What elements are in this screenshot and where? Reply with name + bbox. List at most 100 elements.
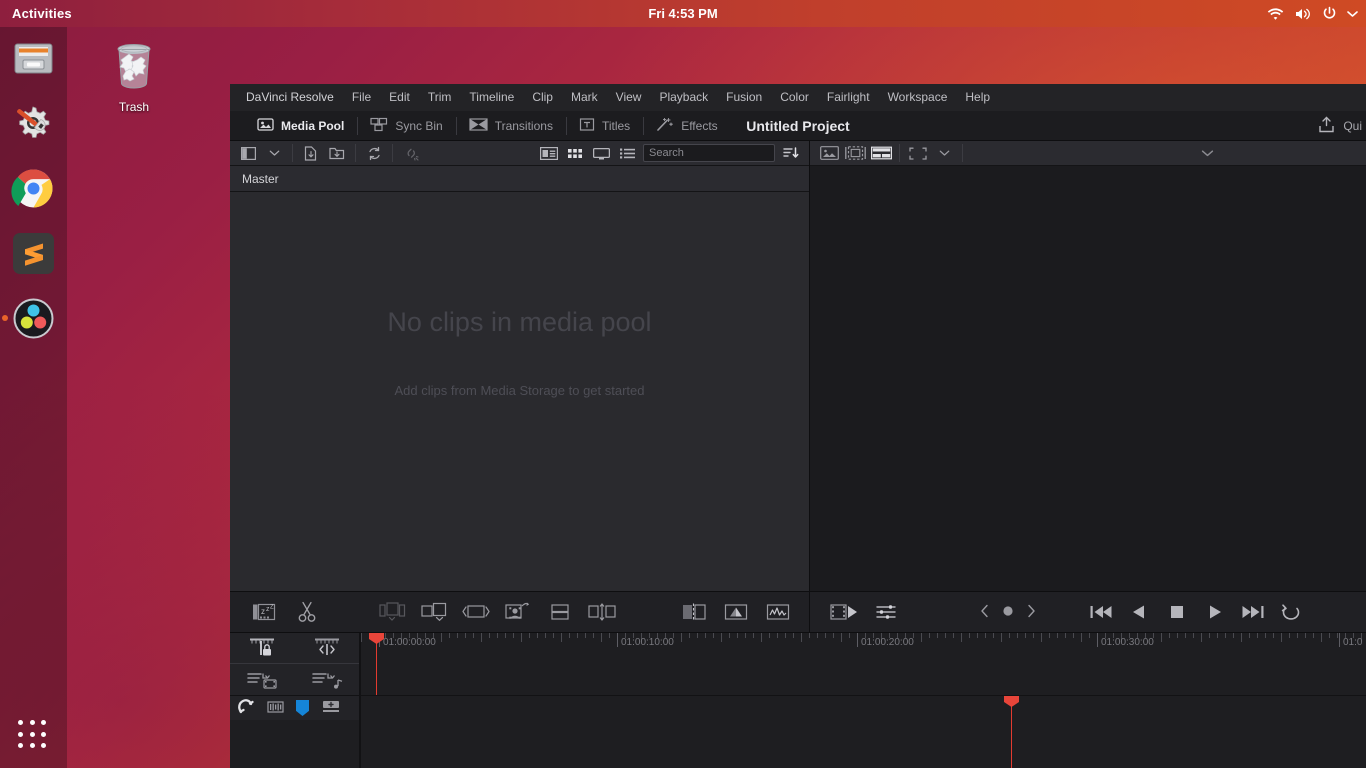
panel-button-effects[interactable]: Effects bbox=[643, 111, 730, 141]
chevron-down-icon[interactable] bbox=[261, 143, 287, 164]
timeline-ruler-top[interactable]: 01:00:00:00 01:00:10:00 01:00:20:00 01:00:3… bbox=[360, 633, 1366, 695]
menu-item-mark[interactable]: Mark bbox=[562, 84, 607, 111]
link-audio-icon[interactable] bbox=[295, 664, 360, 695]
dock-item-davinci-resolve[interactable] bbox=[10, 295, 57, 342]
audio-mixer-icon[interactable] bbox=[866, 591, 908, 633]
sidebar-toggle-icon[interactable] bbox=[235, 143, 261, 164]
flags-markers-icon[interactable] bbox=[294, 633, 359, 664]
flag-icon[interactable] bbox=[267, 700, 284, 717]
metadata-view-icon[interactable] bbox=[536, 143, 562, 164]
jump-to-end-icon[interactable] bbox=[1240, 599, 1266, 625]
record-nav-group bbox=[980, 603, 1036, 622]
timeline-track-area[interactable]: 00:59:56:0000:59:58:0001:00:00:0001:0 bbox=[360, 696, 1366, 768]
dock-item-files[interactable] bbox=[10, 35, 57, 82]
panel-button-titles[interactable]: Titles bbox=[565, 111, 643, 141]
smart-insert-icon[interactable] bbox=[371, 591, 413, 633]
ruler-tick bbox=[1017, 633, 1018, 638]
mark-in-out-icon[interactable]: zzZ bbox=[244, 591, 286, 633]
aspect-icon[interactable] bbox=[905, 143, 931, 164]
timeline-panel: 01:00:00:00 01:00:10:00 01:00:20:00 01:00:3… bbox=[230, 633, 1366, 768]
sort-icon[interactable] bbox=[778, 143, 804, 164]
append-icon[interactable] bbox=[413, 591, 455, 633]
filmstrip-view-icon[interactable] bbox=[588, 143, 614, 164]
divider bbox=[355, 144, 356, 162]
menu-item-color[interactable]: Color bbox=[771, 84, 818, 111]
razor-cut-icon[interactable] bbox=[286, 591, 328, 633]
add-track-icon[interactable] bbox=[321, 699, 341, 717]
ruler-tick bbox=[713, 633, 714, 638]
chevron-down-icon[interactable] bbox=[1347, 10, 1358, 18]
quick-export-icon[interactable] bbox=[1317, 116, 1336, 136]
ruler-tick bbox=[489, 633, 490, 638]
ripple-overwrite-icon[interactable] bbox=[455, 591, 497, 633]
desktop-icon-trash[interactable]: Trash bbox=[103, 36, 165, 114]
panel-button-sync-bin[interactable]: Sync Bin bbox=[357, 111, 455, 141]
dock-item-settings[interactable] bbox=[10, 100, 57, 147]
menu-item-file[interactable]: File bbox=[343, 84, 380, 111]
volume-icon[interactable] bbox=[1294, 7, 1312, 21]
ruler-tick bbox=[545, 633, 546, 638]
menu-item-timeline[interactable]: Timeline bbox=[460, 84, 523, 111]
timeline-view-icon[interactable] bbox=[824, 591, 866, 633]
menu-item-playback[interactable]: Playback bbox=[650, 84, 717, 111]
dock-item-google-chrome[interactable] bbox=[10, 165, 57, 212]
audio-level-icon[interactable] bbox=[757, 591, 799, 633]
ruler-timecode-label: 01:00:30:00 bbox=[1101, 637, 1154, 648]
show-applications-button[interactable] bbox=[18, 720, 49, 751]
import-folder-icon[interactable] bbox=[324, 143, 350, 164]
menu-item-fairlight[interactable]: Fairlight bbox=[818, 84, 879, 111]
menu-item-help[interactable]: Help bbox=[956, 84, 999, 111]
wifi-icon[interactable] bbox=[1267, 7, 1284, 21]
ruler-tick bbox=[929, 633, 930, 638]
jump-to-start-icon[interactable] bbox=[1088, 599, 1114, 625]
menu-item-fusion[interactable]: Fusion bbox=[717, 84, 771, 111]
thumbnail-view-icon[interactable] bbox=[562, 143, 588, 164]
system-tray[interactable] bbox=[1267, 6, 1358, 21]
panel-button-media-pool[interactable]: Media Pool bbox=[244, 111, 357, 141]
record-icon[interactable] bbox=[1000, 603, 1016, 622]
chevron-down-icon[interactable] bbox=[931, 143, 957, 164]
panel-button-transitions[interactable]: Transitions bbox=[455, 111, 566, 141]
place-on-top-icon[interactable] bbox=[497, 591, 539, 633]
ruler-major-tick bbox=[857, 633, 858, 647]
source-overwrite-icon[interactable] bbox=[539, 591, 581, 633]
ruler-tick bbox=[1161, 633, 1162, 642]
dock-item-sublime-text[interactable] bbox=[10, 230, 57, 277]
refresh-icon[interactable] bbox=[361, 143, 387, 164]
fit-to-fill-icon[interactable] bbox=[715, 591, 757, 633]
stop-icon[interactable] bbox=[1164, 599, 1190, 625]
clock[interactable]: Fri 4:53 PM bbox=[0, 6, 1366, 21]
viewer-options-chevron-icon[interactable] bbox=[1194, 143, 1220, 164]
menu-item-workspace[interactable]: Workspace bbox=[879, 84, 957, 111]
search-input[interactable]: Search bbox=[643, 144, 775, 162]
play-reverse-icon[interactable] bbox=[1126, 599, 1152, 625]
power-icon[interactable] bbox=[1322, 6, 1337, 21]
import-media-icon[interactable] bbox=[298, 143, 324, 164]
prev-marker-icon[interactable] bbox=[980, 604, 990, 621]
edit-toolbar: zzZ bbox=[230, 591, 1366, 633]
lock-track-icon[interactable] bbox=[230, 633, 295, 664]
insert-edit-icon[interactable] bbox=[673, 591, 715, 633]
subclip-view-icon[interactable] bbox=[842, 143, 868, 164]
close-up-icon[interactable] bbox=[581, 591, 623, 633]
quick-export-label[interactable]: Qui bbox=[1343, 119, 1362, 133]
ruler-tick bbox=[737, 633, 738, 638]
loop-icon[interactable] bbox=[1278, 599, 1304, 625]
menu-item-trim[interactable]: Trim bbox=[419, 84, 461, 111]
viewer-canvas[interactable] bbox=[810, 166, 1366, 591]
ruler-tick bbox=[985, 633, 986, 638]
menu-item-view[interactable]: View bbox=[607, 84, 651, 111]
timeline-viewer-icon[interactable] bbox=[868, 143, 894, 164]
link-video-icon[interactable] bbox=[230, 664, 295, 695]
menu-item-edit[interactable]: Edit bbox=[380, 84, 419, 111]
bin-breadcrumb[interactable]: Master bbox=[230, 166, 809, 192]
marker-icon[interactable] bbox=[296, 700, 309, 716]
menu-item-clip[interactable]: Clip bbox=[523, 84, 562, 111]
source-viewer-icon[interactable] bbox=[816, 143, 842, 164]
menu-item-davinci-resolve[interactable]: DaVinci Resolve bbox=[237, 84, 343, 111]
unlink-icon[interactable] bbox=[398, 143, 424, 164]
play-forward-icon[interactable] bbox=[1202, 599, 1228, 625]
snapping-magnet-icon[interactable] bbox=[237, 698, 255, 718]
list-view-icon[interactable] bbox=[614, 143, 640, 164]
next-marker-icon[interactable] bbox=[1026, 604, 1036, 621]
